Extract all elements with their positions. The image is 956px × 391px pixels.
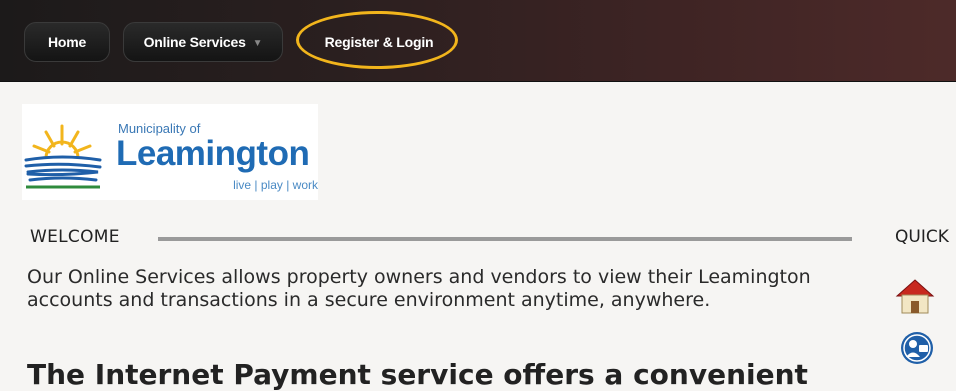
quick-links-heading: QUICK — [895, 227, 949, 247]
nav-home-label: Home — [47, 34, 87, 50]
logo-tagline: live | play | work — [233, 178, 318, 192]
municipality-logo[interactable]: Municipality of Leamington live | play |… — [22, 104, 318, 200]
internet-payment-heading: The Internet Payment service offers a co… — [27, 358, 808, 391]
nav-register-login-button[interactable]: Register & Login — [300, 22, 458, 62]
nav-online-services-label: Online Services — [143, 34, 246, 50]
welcome-body-text: Our Online Services allows property owne… — [27, 266, 811, 311]
welcome-heading: WELCOME — [30, 227, 120, 247]
sun-waves-logo-icon — [24, 124, 102, 189]
nav-register-login-label: Register & Login — [324, 34, 434, 50]
top-navigation-bar: Home Online Services ▼ Register & Login — [0, 0, 956, 82]
logo-name: Leamington — [116, 134, 310, 173]
chevron-down-icon: ▼ — [252, 38, 263, 49]
welcome-divider — [158, 237, 852, 241]
nav-online-services-button[interactable]: Online Services ▼ — [123, 22, 283, 62]
nav-home-button[interactable]: Home — [24, 22, 110, 62]
home-icon[interactable] — [895, 278, 935, 320]
user-account-icon[interactable] — [900, 331, 934, 369]
